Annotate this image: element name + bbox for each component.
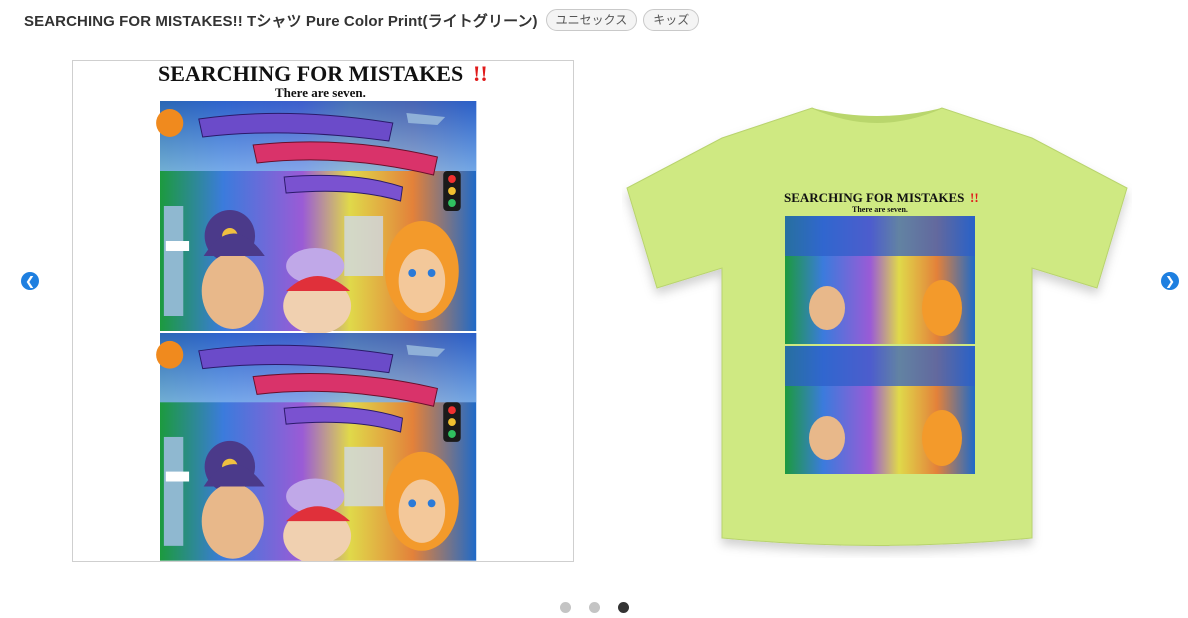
tag-kids[interactable]: キッズ [643,9,700,31]
product-title-row: SEARCHING FOR MISTAKES!! Tシャツ Pure Color… [24,8,700,32]
slider-pagination [0,602,1188,613]
design-artwork: SEARCHING FOR MISTAKES !! There are seve… [155,61,488,565]
artwork-subline: There are seven. [275,85,366,100]
artwork-exclaim: !! [473,61,488,86]
shirt-headline: SEARCHING FOR MISTAKES [784,190,964,205]
product-title: SEARCHING FOR MISTAKES!! Tシャツ Pure Color… [24,12,538,30]
design-image: SEARCHING FOR MISTAKES !! There are seve… [72,60,574,565]
shirt-exclaim: !! [970,190,979,205]
artwork-headline: SEARCHING FOR MISTAKES [158,61,463,86]
tag-unisex[interactable]: ユニセックス [545,9,638,31]
slider-dot-1[interactable] [559,602,571,613]
chevron-left-circle-icon[interactable]: ❮ [21,272,39,290]
slider-dot-2[interactable] [588,602,600,613]
chevron-right-circle-icon[interactable]: ❯ [1161,272,1179,290]
slider-dot-3[interactable] [617,602,629,613]
shirt-subline: There are seven. [852,205,908,214]
tshirt-mockup: SEARCHING FOR MISTAKES !! There are seve… [626,107,1128,546]
tshirt-image: SEARCHING FOR MISTAKES !! There are seve… [622,98,1132,558]
